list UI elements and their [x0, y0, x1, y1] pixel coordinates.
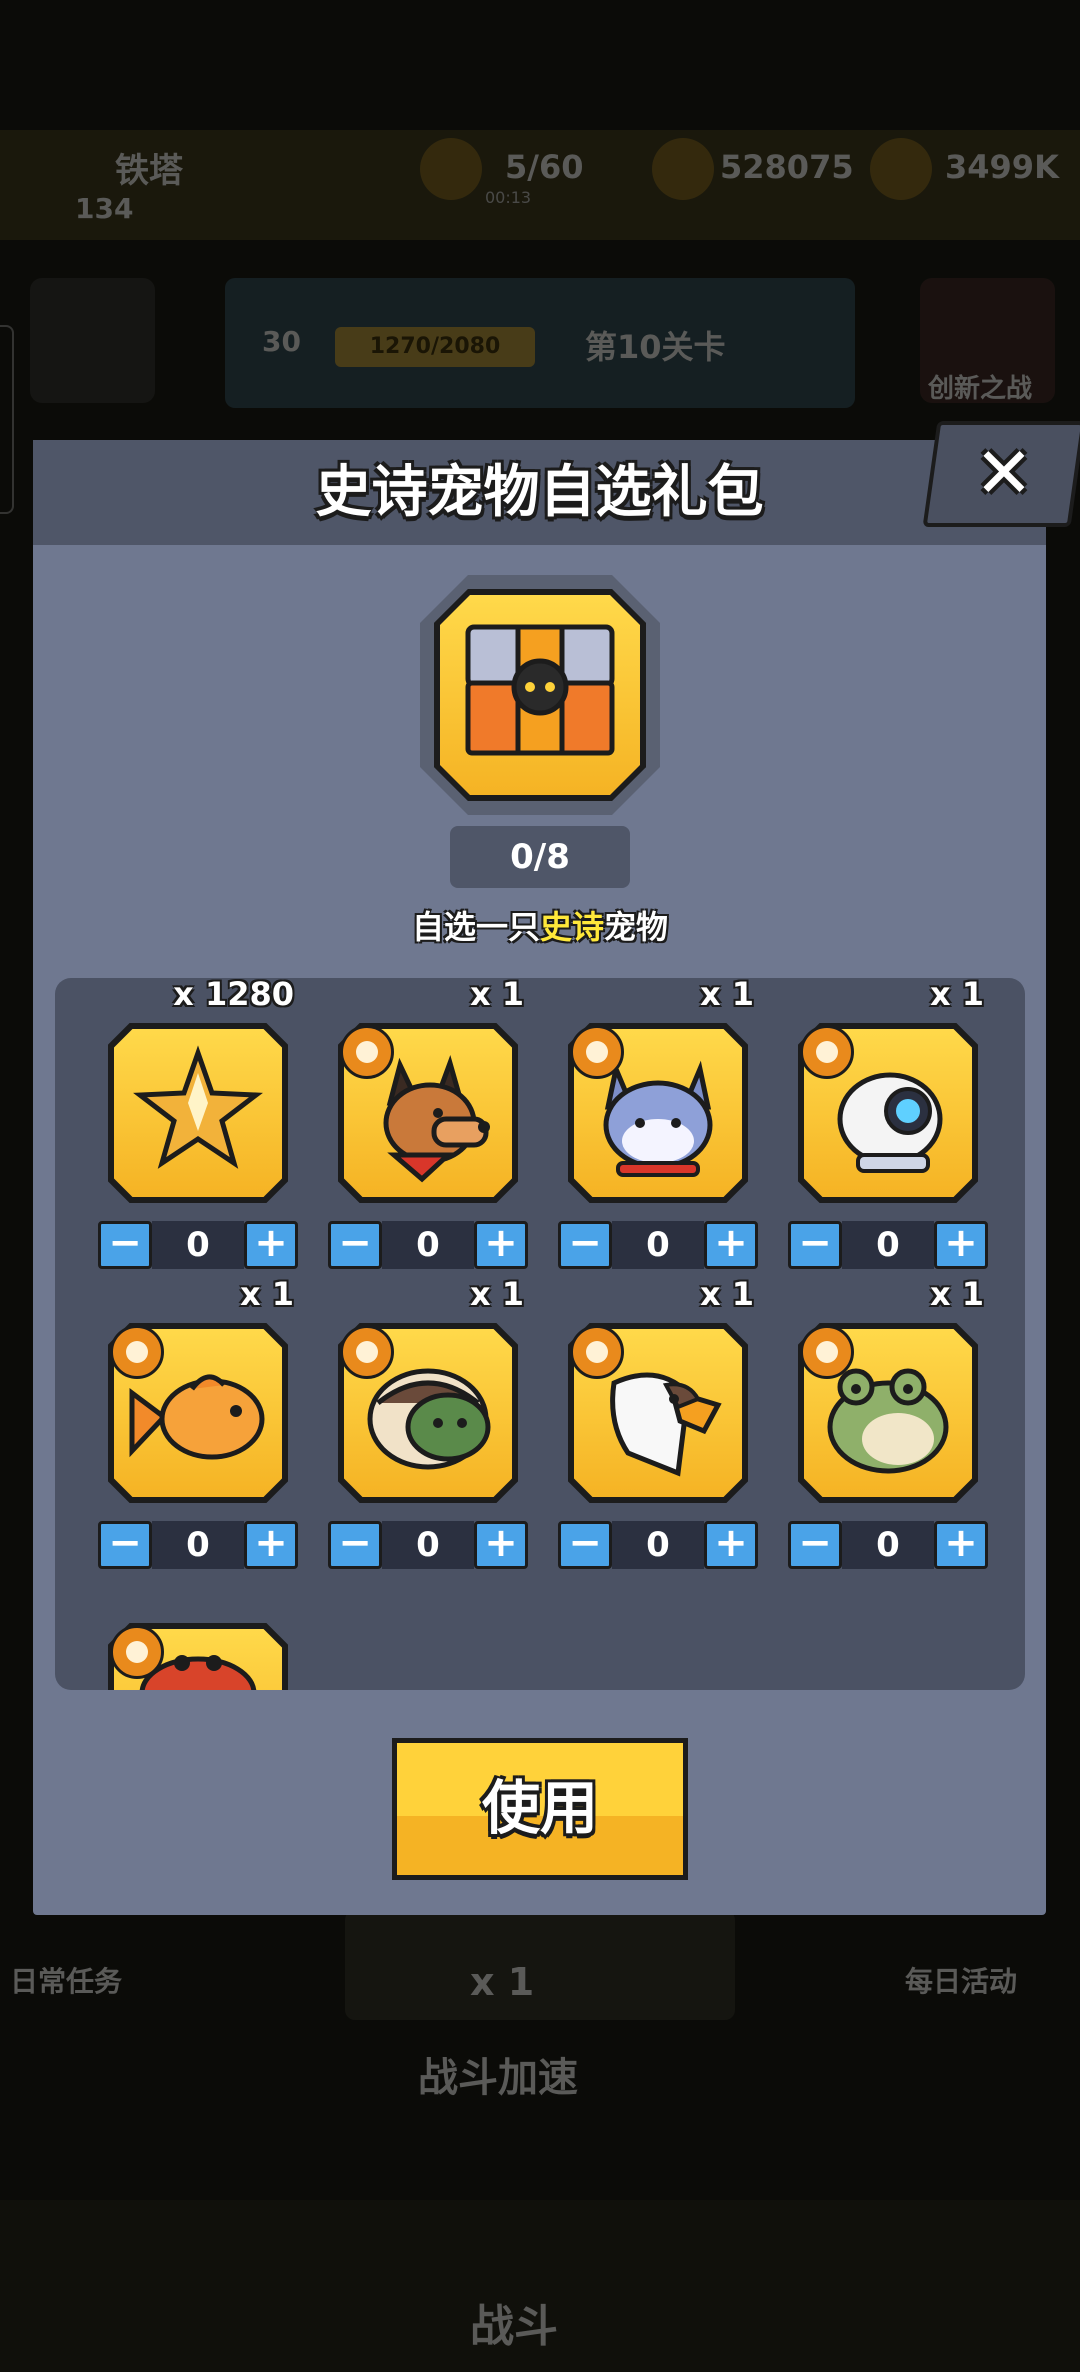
pet-grid: x 1280 − 0 + x 1 − 0 + x 1 − 0 + x 1 − 0… — [55, 978, 1025, 1690]
cat-class-badge — [570, 1025, 624, 1079]
multiplier-label: x 1 — [470, 1960, 535, 2004]
energy-value: 5/60 — [505, 148, 584, 186]
decrease-button[interactable]: − — [788, 1521, 842, 1569]
energy-icon — [420, 138, 482, 200]
decrease-button[interactable]: − — [558, 1521, 612, 1569]
item-quantity: x 1 — [239, 1275, 294, 1313]
decrease-button[interactable]: − — [328, 1521, 382, 1569]
quantity-stepper: − 0 + — [788, 1521, 988, 1569]
item-quantity: x 1 — [469, 978, 524, 1013]
decrease-button[interactable]: − — [98, 1521, 152, 1569]
dog-class-badge — [340, 1025, 394, 1079]
item-quantity: x 1 — [929, 978, 984, 1013]
selected-count: 0 — [612, 1221, 704, 1269]
chapter-label: 第10关卡 — [585, 328, 726, 366]
modal-title: 史诗宠物自选礼包 — [315, 460, 764, 525]
item-quantity: x 1 — [699, 978, 754, 1013]
stage-panel — [225, 278, 855, 408]
stage-level: 30 — [262, 325, 301, 358]
use-button[interactable]: 使用 — [392, 1738, 688, 1880]
item-quantity: x 1 — [699, 1275, 754, 1313]
menu-button — [30, 278, 155, 403]
turtle-class-badge — [340, 1325, 394, 1379]
star-shard-icon — [133, 1045, 263, 1169]
quantity-stepper: − 0 + — [788, 1221, 988, 1269]
chest-display — [420, 575, 660, 815]
side-tab — [0, 325, 14, 514]
selected-count: 0 — [152, 1521, 244, 1569]
energy-timer: 00:13 — [485, 188, 532, 207]
eagle-class-badge — [570, 1325, 624, 1379]
quantity-stepper: − 0 + — [558, 1221, 758, 1269]
instruction-suffix: 宠物 — [604, 908, 669, 946]
increase-button[interactable]: + — [704, 1221, 758, 1269]
increase-button[interactable]: + — [244, 1221, 298, 1269]
chest-icon — [465, 624, 615, 756]
instruction-prefix: 自选一只 — [411, 908, 540, 946]
increase-button[interactable]: + — [244, 1521, 298, 1569]
selected-count: 0 — [382, 1221, 474, 1269]
exp-bar: 1270/2080 — [335, 327, 535, 367]
frog-class-badge — [800, 1325, 854, 1379]
increase-button[interactable]: + — [474, 1221, 528, 1269]
robot-class-badge — [800, 1025, 854, 1079]
decrease-button[interactable]: − — [558, 1221, 612, 1269]
reward-panel — [345, 1910, 735, 2020]
quantity-stepper: − 0 + — [328, 1521, 528, 1569]
selected-count: 0 — [152, 1221, 244, 1269]
increase-button[interactable]: + — [474, 1521, 528, 1569]
quantity-stepper: − 0 + — [98, 1521, 298, 1569]
selected-count: 0 — [842, 1521, 934, 1569]
selection-progress: 0/8 — [450, 826, 630, 888]
fight-label: 战斗 — [470, 2301, 558, 2352]
coin-icon — [870, 138, 932, 200]
quantity-stepper: − 0 + — [328, 1221, 528, 1269]
increase-button[interactable]: + — [934, 1221, 988, 1269]
gem-icon — [652, 138, 714, 200]
gem-value: 528075 — [720, 148, 854, 186]
player-level: 134 — [75, 192, 134, 225]
crab-class-badge — [110, 1625, 164, 1679]
decrease-button[interactable]: − — [98, 1221, 152, 1269]
daily-event-label: 每日活动 — [905, 1965, 1018, 1998]
close-icon: ✕ — [974, 432, 1034, 514]
item-quantity: x 1 — [929, 1275, 984, 1313]
coin-value: 3499K — [945, 148, 1059, 186]
goldfish-class-badge — [110, 1325, 164, 1379]
item-quantity: x 1 — [469, 1275, 524, 1313]
increase-button[interactable]: + — [704, 1521, 758, 1569]
daily-tasks-label: 日常任务 — [10, 1965, 123, 1998]
close-button[interactable]: ✕ — [922, 421, 1080, 527]
instruction-highlight: 史诗 — [539, 908, 604, 946]
challenge-label: 创新之战 — [928, 374, 1033, 404]
quantity-stepper: − 0 + — [558, 1521, 758, 1569]
selected-count: 0 — [842, 1221, 934, 1269]
player-name: 铁塔 — [115, 151, 183, 191]
decrease-button[interactable]: − — [328, 1221, 382, 1269]
decrease-button[interactable]: − — [788, 1221, 842, 1269]
instruction-text: 自选一只史诗宠物 — [0, 902, 1080, 948]
battle-speed-label: 战斗加速 — [418, 2055, 578, 2101]
item-quantity: x 1280 — [173, 978, 294, 1013]
selected-count: 0 — [382, 1521, 474, 1569]
selected-count: 0 — [612, 1521, 704, 1569]
increase-button[interactable]: + — [934, 1521, 988, 1569]
quantity-stepper: − 0 + — [98, 1221, 298, 1269]
use-button-label: 使用 — [481, 1774, 598, 1842]
